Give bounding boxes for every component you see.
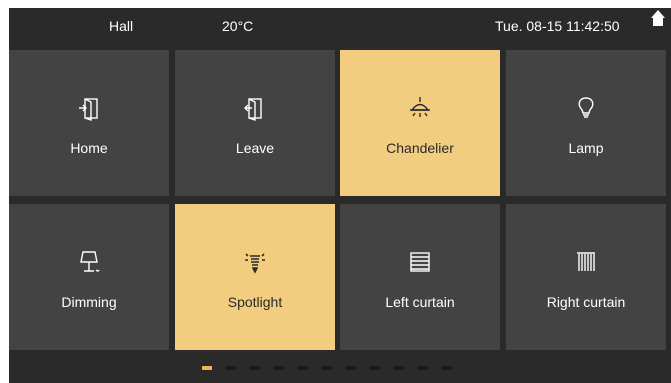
chandelier-icon (408, 96, 432, 122)
door-enter-icon (77, 96, 101, 122)
tile-dimming[interactable]: Dimming (9, 204, 169, 350)
tile-lamp[interactable]: Lamp (506, 50, 666, 196)
page-dot[interactable] (394, 366, 404, 370)
blinds-icon (408, 250, 432, 276)
tile-spotlight[interactable]: Spotlight (175, 204, 335, 350)
page-dot[interactable] (298, 366, 308, 370)
tile-leave[interactable]: Leave (175, 50, 335, 196)
tile-label: Home (70, 140, 108, 156)
tile-label: Lamp (568, 140, 604, 156)
tile-left-curtain[interactable]: Left curtain (340, 204, 500, 350)
tile-label: Left curtain (385, 294, 455, 310)
page-dot[interactable] (370, 366, 380, 370)
scene-grid: Home Leave Chandelier Lamp Dimming Spotl… (0, 0, 666, 375)
page-dot[interactable] (322, 366, 332, 370)
page-dot[interactable] (346, 366, 356, 370)
page-dot[interactable] (418, 366, 428, 370)
page-dot[interactable] (250, 366, 260, 370)
page-dot[interactable] (226, 366, 236, 370)
curtain-icon (574, 250, 598, 276)
door-exit-icon (243, 96, 267, 122)
page-indicator (202, 366, 462, 370)
tile-label: Right curtain (546, 294, 626, 310)
page-dot[interactable] (274, 366, 284, 370)
tile-label: Dimming (61, 294, 117, 310)
page-dot[interactable] (442, 366, 452, 370)
bulb-icon (574, 96, 598, 122)
table-lamp-icon (77, 250, 101, 276)
spotlight-icon (243, 250, 267, 276)
tile-label: Leave (235, 140, 275, 156)
tile-chandelier[interactable]: Chandelier (340, 50, 500, 196)
tile-label: Chandelier (386, 140, 454, 156)
tile-label: Spotlight (227, 294, 283, 310)
page-dot[interactable] (202, 366, 212, 370)
tile-home[interactable]: Home (9, 50, 169, 196)
tile-right-curtain[interactable]: Right curtain (506, 204, 666, 350)
